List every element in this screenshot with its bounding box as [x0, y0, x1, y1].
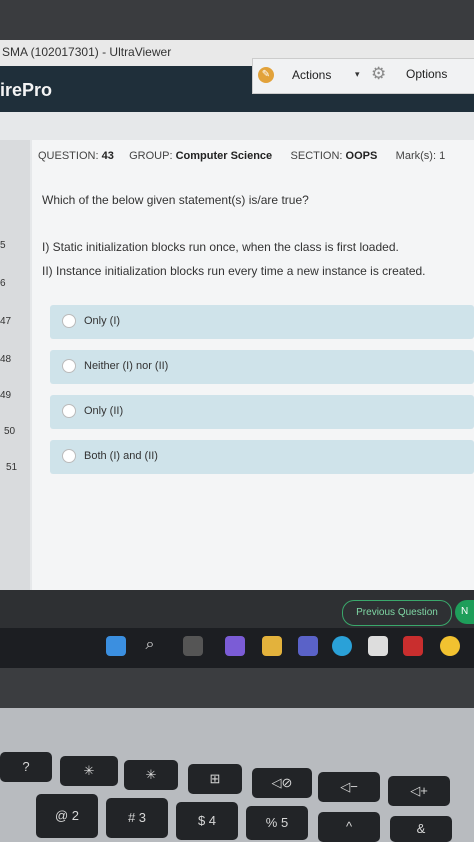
windows-start-icon[interactable] — [106, 636, 126, 656]
statement-1: I) Static initialization blocks run once… — [42, 240, 399, 254]
sidebar-item-5[interactable]: 5 — [0, 240, 6, 251]
option-label: Both (I) and (II) — [84, 450, 158, 462]
sidebar-item-50[interactable]: 50 — [4, 426, 15, 437]
copilot-icon[interactable] — [225, 636, 245, 656]
answer-option-1[interactable]: Only (I) — [50, 305, 474, 339]
section-label: SECTION: — [290, 150, 343, 162]
sidebar-item-6[interactable]: 6 — [0, 278, 6, 289]
chrome-icon[interactable] — [440, 636, 460, 656]
key-5[interactable]: % 5 — [246, 806, 308, 840]
actions-icon[interactable]: ✎ — [258, 67, 274, 83]
laptop-bezel — [0, 668, 474, 708]
marks-value: 1 — [439, 150, 446, 162]
key-2[interactable]: @ 2 — [36, 794, 98, 838]
sidebar-item-47[interactable]: 47 — [0, 316, 11, 327]
radio-button[interactable] — [62, 359, 76, 373]
key-f7[interactable]: ◁+ — [388, 776, 450, 806]
answer-option-4[interactable]: Both (I) and (II) — [50, 440, 474, 474]
option-label: Only (II) — [84, 405, 124, 417]
next-question-button[interactable]: N — [455, 600, 474, 624]
edge-icon[interactable] — [332, 636, 352, 656]
sidebar-item-51[interactable]: 51 — [6, 462, 17, 473]
question-text: Which of the below given statement(s) is… — [42, 193, 309, 207]
option-label: Only (I) — [84, 315, 121, 327]
teams-icon[interactable] — [298, 636, 318, 656]
key-f3[interactable]: ✳ — [124, 760, 178, 790]
file-explorer-icon[interactable] — [262, 636, 282, 656]
answer-option-2[interactable]: Neither (I) nor (II) — [50, 350, 474, 384]
options-menu[interactable]: Options — [406, 67, 447, 81]
chevron-down-icon[interactable]: ▾ — [355, 69, 360, 80]
option-label: Neither (I) nor (II) — [84, 360, 169, 372]
search-icon[interactable]: ⌕ — [140, 636, 160, 656]
key-6[interactable]: ^ — [318, 812, 380, 842]
key-f5[interactable]: ◁⊘ — [252, 768, 312, 798]
app-name: irePro — [0, 80, 53, 100]
section-value: OOPS — [345, 150, 378, 162]
key-f4[interactable]: ⊞ — [188, 764, 242, 794]
question-sidebar: 5 6 47 48 49 50 51 — [0, 140, 30, 590]
marks-label: Mark(s): — [395, 150, 436, 162]
key-3[interactable]: # 3 — [106, 798, 168, 838]
task-view-icon[interactable] — [183, 636, 203, 656]
sidebar-item-48[interactable]: 48 — [0, 354, 11, 365]
group-value: Computer Science — [175, 150, 273, 162]
group-label: GROUP: — [129, 150, 173, 162]
window-title: SMA (102017301) - UltraViewer — [2, 45, 172, 59]
key-f2[interactable]: ✳ — [60, 756, 118, 786]
question-number: 43 — [101, 150, 114, 162]
radio-button[interactable] — [62, 314, 76, 328]
answer-option-3[interactable]: Only (II) — [50, 395, 474, 429]
key-f1[interactable]: ? — [0, 752, 52, 782]
gear-icon[interactable]: ⚙ — [371, 64, 386, 84]
sidebar-item-49[interactable]: 49 — [0, 390, 11, 401]
actions-menu[interactable]: Actions — [292, 68, 331, 82]
key-4[interactable]: $ 4 — [176, 802, 238, 840]
question-number-label: QUESTION: — [38, 150, 99, 162]
screen-top-bar — [0, 0, 474, 40]
previous-question-button[interactable]: Previous Question — [342, 600, 452, 626]
mcafee-icon[interactable] — [403, 636, 423, 656]
store-icon[interactable] — [368, 636, 388, 656]
radio-button[interactable] — [62, 404, 76, 418]
key-7[interactable]: & — [390, 816, 452, 842]
radio-button[interactable] — [62, 449, 76, 463]
key-f6[interactable]: ◁− — [318, 772, 380, 802]
question-meta: QUESTION: 43 GROUP: Computer Science SEC… — [38, 150, 445, 162]
statement-2: II) Instance initialization blocks run e… — [42, 264, 426, 278]
